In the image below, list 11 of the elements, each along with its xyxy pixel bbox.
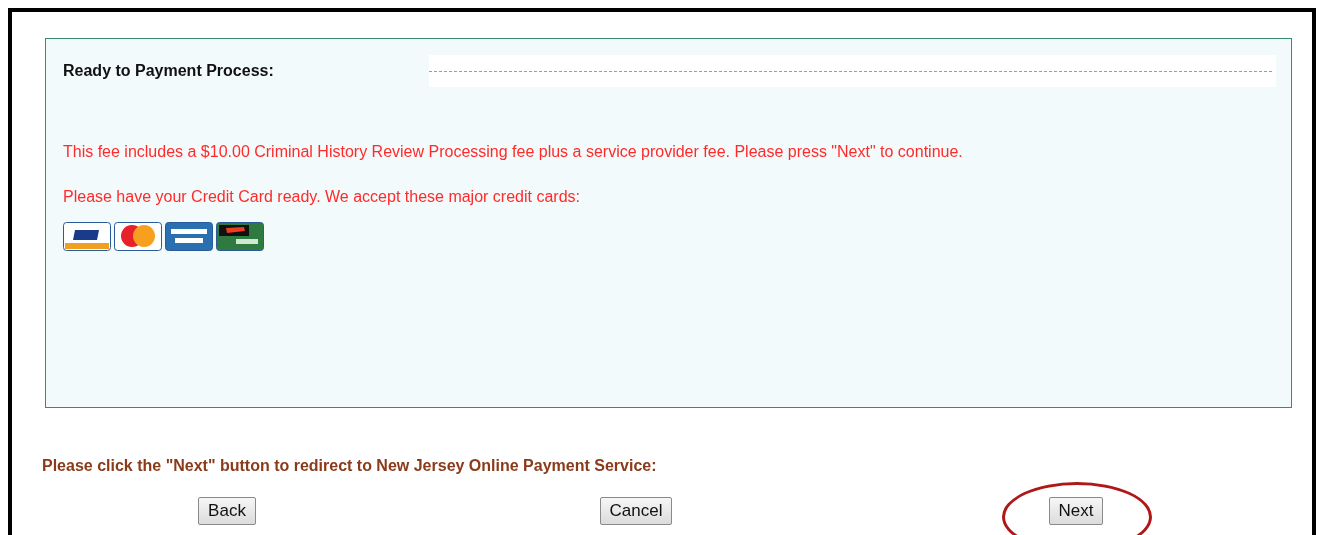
nav-button[interactable]: Back	[198, 497, 256, 525]
credit-card-icon	[63, 222, 111, 251]
instruction-text: Please click the "Next" button to redirect to New Jersey Online Payment Service:	[42, 457, 658, 475]
nav-button[interactable]: Next	[1048, 497, 1104, 525]
credit-card-icon	[114, 222, 162, 251]
panel-title: Ready to Payment Process:	[63, 62, 275, 80]
nav-button[interactable]: Cancel	[599, 497, 673, 525]
credit-card-icon	[216, 222, 264, 251]
notice-text: This fee includes a $10.00 Criminal History Review Processing fee plus a service provider fee. Please press "Next" to continue.	[63, 142, 964, 162]
notice-text: Please have your Credit Card ready. We accept these major credit cards:	[63, 187, 581, 207]
credit-card-icon	[165, 222, 213, 251]
